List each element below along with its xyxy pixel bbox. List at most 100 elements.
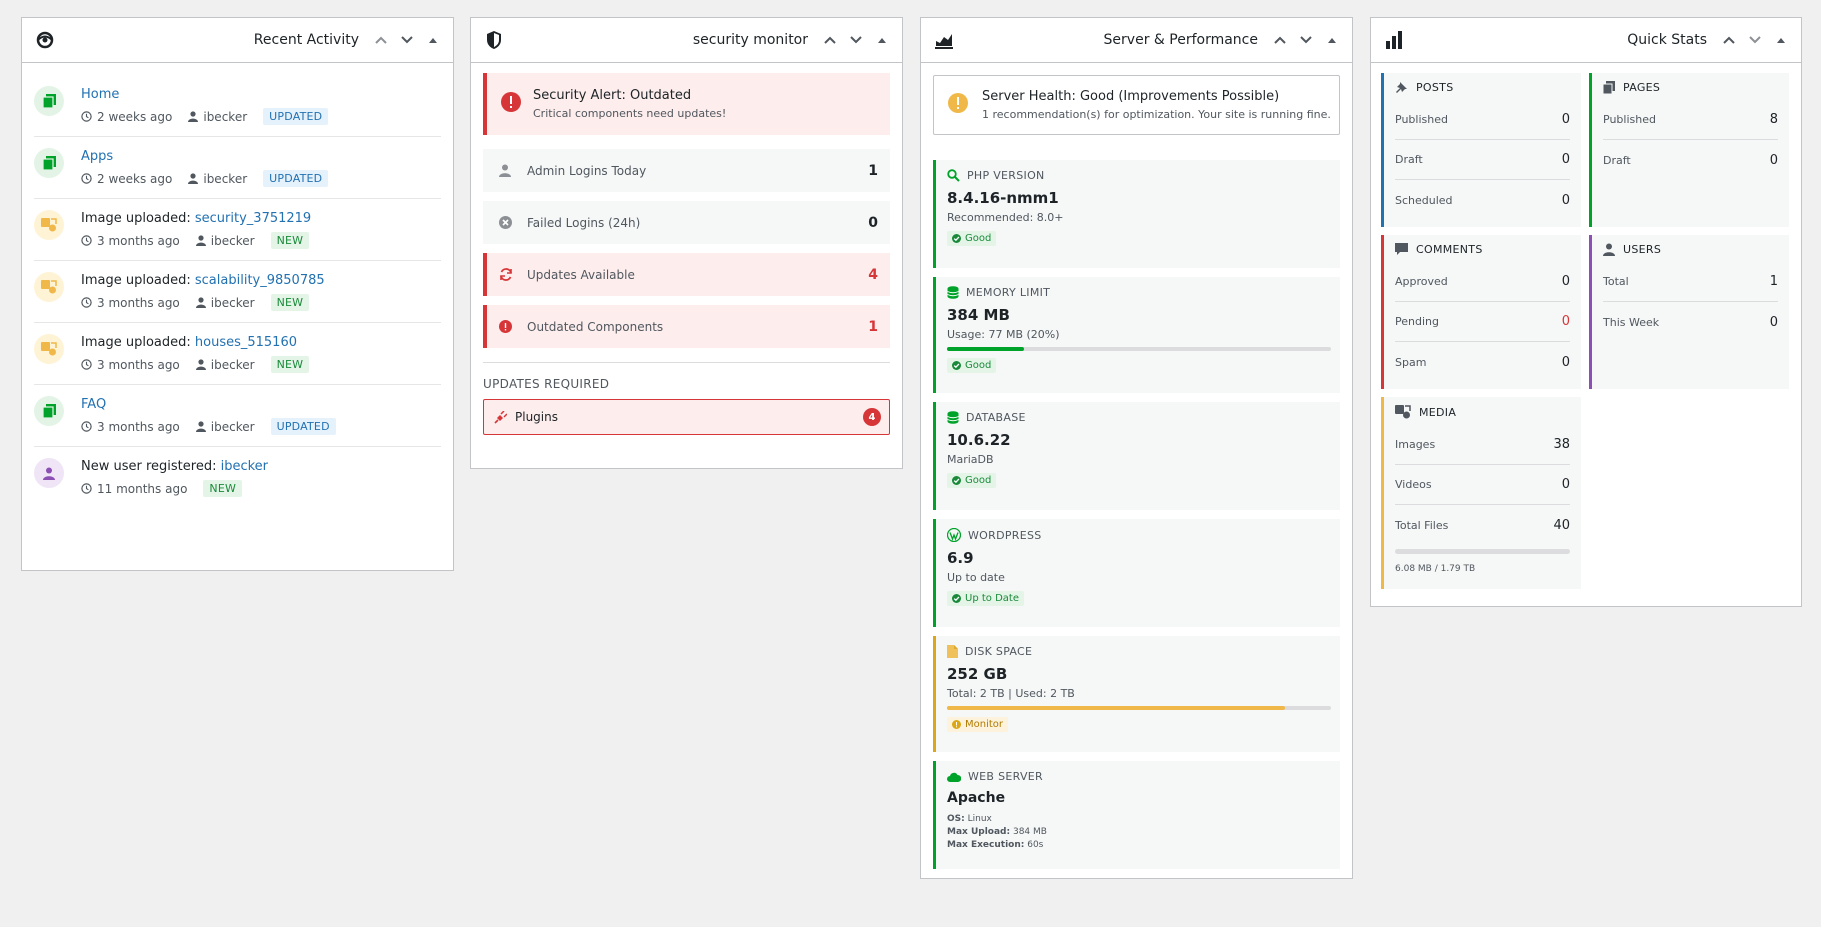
activity-user: ibecker <box>210 357 255 372</box>
widget-title: Server & Performance <box>1103 32 1258 48</box>
health-text: 1 recommendation(s) for optimization. Yo… <box>982 108 1331 121</box>
alert-exclamation-icon <box>501 92 521 116</box>
activity-eye-icon <box>34 29 56 51</box>
outdated-components-row: Outdated Components 1 <box>483 305 890 348</box>
alert-text: Critical components need updates! <box>533 107 727 120</box>
activity-item: Image uploaded: security_3751219 3 months… <box>34 199 441 261</box>
activity-link[interactable]: Home <box>81 87 119 102</box>
move-down-icon[interactable] <box>1296 30 1316 50</box>
posts-draft-value: 0 <box>1561 152 1570 167</box>
admin-logins-value: 1 <box>868 162 878 179</box>
server-performance-widget: Server & Performance Server Health: Good… <box>920 17 1353 879</box>
move-down-icon[interactable] <box>1745 30 1765 50</box>
move-down-icon[interactable] <box>397 30 417 50</box>
activity-item: New user registered: ibecker 11 months ag… <box>34 447 441 508</box>
shield-icon <box>483 29 505 51</box>
move-up-icon[interactable] <box>1719 30 1739 50</box>
widget-header: Server & Performance <box>921 18 1352 63</box>
collapse-toggle-icon[interactable] <box>423 30 443 50</box>
pages-icon <box>1603 81 1615 94</box>
database-version-value: 10.6.22 <box>947 431 1011 449</box>
collapse-toggle-icon[interactable] <box>872 30 892 50</box>
outdated-components-value: 1 <box>868 318 878 335</box>
status-badge: NEW <box>270 356 310 373</box>
memory-limit-value: 384 MB <box>947 306 1010 324</box>
status-badge: UPDATED <box>270 418 336 435</box>
activity-time: 2 weeks ago <box>97 171 173 186</box>
media-total-value: 40 <box>1553 517 1570 533</box>
wordpress-version-value: 6.9 <box>947 549 974 567</box>
plugins-update-row[interactable]: Plugins 4 <box>483 399 890 435</box>
security-monitor-widget: security monitor Security Alert: Outdate… <box>470 17 903 469</box>
exclamation-circle-icon <box>499 320 517 333</box>
cloud-icon <box>947 772 961 782</box>
status-badge: NEW <box>270 232 310 249</box>
activity-title: Apps <box>81 148 441 166</box>
clock-icon <box>81 173 92 184</box>
user-icon <box>195 235 206 246</box>
move-up-icon[interactable] <box>1270 30 1290 50</box>
page-icon <box>34 396 64 426</box>
updates-required-heading: UPDATES REQUIRED <box>483 377 610 391</box>
status-badge: NEW <box>270 294 310 311</box>
failed-logins-value: 0 <box>868 214 878 231</box>
users-card: USERS Total 1 This Week 0 <box>1589 235 1789 389</box>
move-up-icon[interactable] <box>820 30 840 50</box>
status-badge: Good <box>947 473 997 488</box>
user-icon <box>188 173 199 184</box>
media-icon <box>34 272 64 302</box>
activity-time: 3 months ago <box>97 357 180 372</box>
alert-title: Security Alert: Outdated <box>533 88 692 103</box>
file-icon <box>947 645 958 658</box>
recent-activity-widget: Recent Activity Home 2 weeks ago ibecker UP… <box>21 17 454 571</box>
media-videos-value: 0 <box>1561 477 1570 492</box>
activity-link[interactable]: FAQ <box>81 397 106 412</box>
activity-title: New user registered: ibecker <box>81 459 269 474</box>
plug-icon <box>494 410 507 424</box>
users-week-value: 0 <box>1769 314 1778 330</box>
activity-link[interactable]: Apps <box>81 149 113 164</box>
move-up-icon[interactable] <box>371 30 391 50</box>
activity-link[interactable]: houses_515160 <box>195 335 297 350</box>
media-icon <box>34 210 64 240</box>
activity-link[interactable]: scalability_9850785 <box>195 273 325 288</box>
web-server-card: WEB SERVER Apache OS: Linux Max Upload: … <box>933 761 1340 869</box>
memory-usage-bar <box>947 347 1331 351</box>
pushpin-icon <box>1395 81 1408 94</box>
collapse-toggle-icon[interactable] <box>1771 30 1791 50</box>
quick-stats-body: POSTS Published 0 Draft 0 Scheduled 0 PAGES… <box>1371 63 1801 589</box>
activity-time: 3 months ago <box>97 295 180 310</box>
php-version-card: PHP VERSION 8.4.16-nmm1 Recommended: 8.0… <box>933 160 1340 268</box>
media-images-value: 38 <box>1553 437 1570 452</box>
status-badge: Up to Date <box>947 591 1024 606</box>
status-badge: Monitor <box>947 717 1009 732</box>
admin-logins-row: Admin Logins Today 1 <box>483 149 890 192</box>
status-badge: UPDATED <box>263 108 329 125</box>
status-badge: NEW <box>203 480 243 497</box>
activity-link[interactable]: ibecker <box>221 459 268 474</box>
x-circle-icon <box>499 216 517 229</box>
activity-title: FAQ <box>81 396 441 414</box>
info-icon <box>948 93 968 117</box>
clock-icon <box>81 111 92 122</box>
move-down-icon[interactable] <box>846 30 866 50</box>
activity-title: Image uploaded: security_3751219 <box>81 211 312 226</box>
comments-approved-value: 0 <box>1561 274 1570 289</box>
status-badge: Good <box>947 358 997 373</box>
storage-usage-bar <box>1395 549 1570 554</box>
status-badge: UPDATED <box>263 170 329 187</box>
comments-spam-value: 0 <box>1561 354 1570 370</box>
activity-user: ibecker <box>210 295 255 310</box>
activity-item: Image uploaded: houses_515160 3 months ag… <box>34 323 441 385</box>
dashboard-gauge-icon <box>933 29 955 51</box>
activity-link[interactable]: security_3751219 <box>195 211 311 226</box>
collapse-toggle-icon[interactable] <box>1322 30 1342 50</box>
comments-pending-value: 0 <box>1561 314 1570 329</box>
wordpress-card: WORDPRESS 6.9 Up to date Up to Date <box>933 519 1340 627</box>
plugins-count-badge: 4 <box>863 408 881 426</box>
activity-item: Home 2 weeks ago ibecker UPDATED <box>34 75 441 137</box>
activity-user: ibecker <box>203 109 248 124</box>
status-badge: Good <box>947 231 997 246</box>
pages-draft-value: 0 <box>1769 152 1778 168</box>
database-icon <box>947 411 959 424</box>
